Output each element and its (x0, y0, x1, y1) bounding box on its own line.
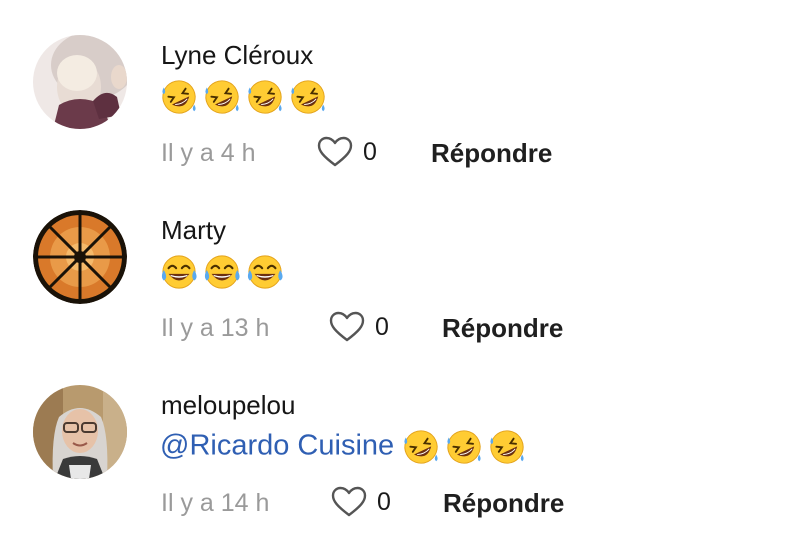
comment-author[interactable]: Marty (161, 215, 226, 246)
tears-of-joy-emoji (246, 253, 284, 291)
rofl-emoji (402, 428, 440, 466)
comment-author[interactable]: Lyne Cléroux (161, 40, 313, 71)
comment-timestamp: Il y a 14 h (161, 489, 270, 517)
tears-of-joy-emoji (160, 253, 198, 291)
comment-timestamp: Il y a 13 h (161, 314, 270, 342)
like-button[interactable]: 0 (331, 485, 391, 519)
comment-item: meloupelou @Ricardo Cuisine Il y a 14 h … (0, 350, 786, 520)
reply-button[interactable]: Répondre (443, 488, 564, 519)
tears-of-joy-emoji (203, 253, 241, 291)
rofl-emoji (203, 78, 241, 116)
comment-text (160, 78, 327, 116)
comment-item: Marty Il y a 13 h 0 Répondre (0, 175, 786, 345)
like-count: 0 (375, 312, 389, 341)
avatar[interactable] (33, 210, 127, 304)
mention-link[interactable]: @Ricardo Cuisine (160, 430, 394, 462)
comment-item: Lyne Cléroux Il y a 4 h 0 Répondre (0, 0, 786, 170)
avatar[interactable] (33, 35, 127, 129)
rofl-emoji (445, 428, 483, 466)
like-button[interactable]: 0 (317, 135, 377, 169)
reply-button[interactable]: Répondre (442, 313, 563, 344)
rofl-emoji (488, 428, 526, 466)
rofl-emoji (246, 78, 284, 116)
avatar[interactable] (33, 385, 127, 479)
comment-meta: Il y a 4 h 0 Répondre (161, 135, 721, 171)
comment-timestamp: Il y a 4 h (161, 139, 256, 167)
rofl-emoji (289, 78, 327, 116)
heart-outline-icon (331, 486, 367, 518)
like-button[interactable]: 0 (329, 310, 389, 344)
comment-meta: Il y a 13 h 0 Répondre (161, 310, 721, 346)
comment-meta: Il y a 14 h 0 Répondre (161, 485, 721, 521)
comment-author[interactable]: meloupelou (161, 390, 295, 421)
comment-text: @Ricardo Cuisine (160, 428, 526, 466)
reply-button[interactable]: Répondre (431, 138, 552, 169)
comment-text (160, 253, 284, 291)
like-count: 0 (363, 137, 377, 166)
like-count: 0 (377, 487, 391, 516)
rofl-emoji (160, 78, 198, 116)
heart-outline-icon (317, 136, 353, 168)
heart-outline-icon (329, 311, 365, 343)
